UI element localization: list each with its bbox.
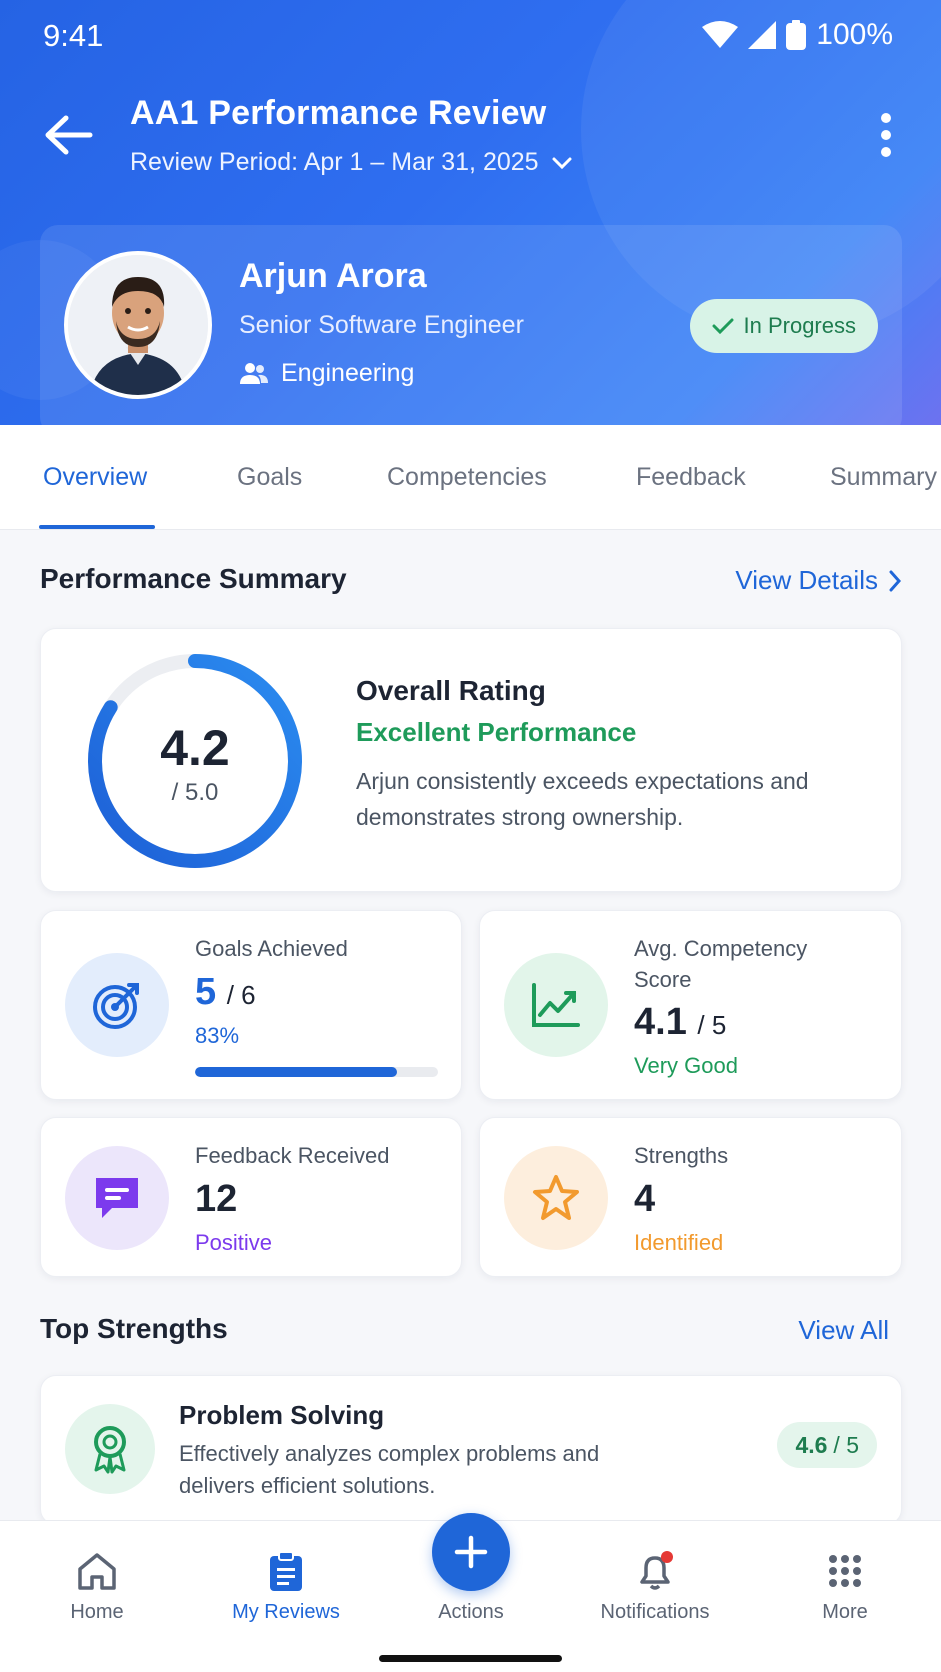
nav-more-label: More <box>822 1601 868 1623</box>
nav-home-label: Home <box>70 1601 124 1623</box>
award-icon <box>65 1404 155 1494</box>
overall-rating-card: 4.2 / 5.0 Overall Rating Excellent Perfo… <box>40 628 902 892</box>
strength-score-badge: 4.6 / 5 <box>777 1422 877 1468</box>
status-badge: In Progress <box>689 299 878 353</box>
strength-score-max: / 5 <box>833 1431 859 1458</box>
view-details-label: View Details <box>735 565 878 595</box>
nav-my-reviews[interactable]: My Reviews <box>216 1547 356 1624</box>
home-icon <box>78 1553 116 1590</box>
status-icons: 100% <box>702 18 893 52</box>
battery-icon <box>786 20 807 50</box>
goals-achieved-count: 5 <box>195 971 217 1013</box>
nav-notifications[interactable]: Notifications <box>585 1547 725 1624</box>
strength-item-problem-solving[interactable]: Problem Solving Effectively analyzes com… <box>40 1375 902 1525</box>
status-time: 9:41 <box>43 18 104 53</box>
tab-summary[interactable]: Summary <box>830 463 937 492</box>
plus-icon <box>454 1535 488 1569</box>
competency-score-number: 4.1 <box>634 1001 687 1043</box>
competency-score-value: 4.1 / 5 <box>634 1001 726 1044</box>
check-icon <box>712 318 733 335</box>
competency-score-label: Avg. Competency Score <box>634 936 808 992</box>
nav-my-reviews-label: My Reviews <box>232 1601 340 1623</box>
battery-percent: 100% <box>816 18 893 51</box>
goals-achieved-value: 5 / 6 <box>195 971 256 1014</box>
bell-icon <box>640 1551 673 1590</box>
notification-dot <box>661 1551 673 1563</box>
avatar <box>64 251 212 399</box>
review-period-label: Review Period: Apr 1 – Mar 31, 2025 <box>130 148 539 176</box>
tab-goals[interactable]: Goals <box>237 463 302 492</box>
page-title: AA1 Performance Review <box>130 94 547 132</box>
competency-score-max: / 5 <box>697 1010 727 1040</box>
view-details-link[interactable]: View Details <box>735 565 902 596</box>
goals-achieved-total: / 6 <box>226 980 256 1010</box>
chevron-right-icon <box>889 570 902 591</box>
feedback-received-note: Positive <box>195 1230 273 1255</box>
employee-name: Arjun Arora <box>239 257 427 295</box>
clipboard-icon <box>270 1551 302 1591</box>
target-icon <box>65 953 169 1057</box>
wifi-icon <box>702 21 739 48</box>
feedback-received-value: 12 <box>195 1178 238 1220</box>
competency-score-note: Very Good <box>634 1053 738 1078</box>
goals-achieved-card[interactable]: Goals Achieved 5 / 6 83% <box>40 910 462 1100</box>
signal-icon <box>748 21 777 49</box>
view-all-link[interactable]: View All <box>798 1315 889 1346</box>
active-tab-indicator <box>39 525 155 529</box>
employee-role: Senior Software Engineer <box>239 311 524 339</box>
employee-department: Engineering <box>239 359 414 388</box>
bottom-navigation: Home My Reviews Actions Notifications Mo… <box>0 1513 941 1672</box>
feedback-received-label: Feedback Received <box>195 1143 390 1168</box>
chevron-down-icon <box>552 157 572 169</box>
nav-more[interactable]: More <box>775 1547 915 1624</box>
status-badge-label: In Progress <box>743 313 857 338</box>
home-indicator <box>379 1655 562 1662</box>
tab-competencies[interactable]: Competencies <box>387 463 547 492</box>
strengths-value: 4 <box>634 1178 656 1220</box>
app-bar: AA1 Performance Review Review Period: Ap… <box>0 88 941 188</box>
tab-overview[interactable]: Overview <box>43 463 147 492</box>
person-avatar-icon <box>68 255 208 395</box>
overall-rating-label: Excellent Performance <box>356 717 637 747</box>
overall-rating-value: 4.2 <box>160 720 230 776</box>
strengths-card[interactable]: Strengths 4 Identified <box>479 1117 902 1277</box>
competency-score-card[interactable]: Avg. Competency Score 4.1 / 5 Very Good <box>479 910 902 1100</box>
department-label: Engineering <box>281 359 415 387</box>
strength-description: Effectively analyzes complex problems an… <box>179 1441 600 1498</box>
trending-up-icon <box>504 953 608 1057</box>
goals-progress-bar <box>195 1067 438 1077</box>
goals-achieved-percent: 83% <box>195 1023 240 1048</box>
nav-home[interactable]: Home <box>27 1547 167 1624</box>
grid-icon <box>829 1555 861 1587</box>
strengths-label: Strengths <box>634 1143 729 1168</box>
add-action-button[interactable] <box>432 1513 510 1591</box>
performance-summary-title: Performance Summary <box>40 563 347 594</box>
nav-notifications-label: Notifications <box>600 1601 710 1623</box>
tab-bar: Overview Goals Competencies Feedback Sum… <box>0 425 941 530</box>
strengths-note: Identified <box>634 1230 724 1255</box>
goals-progress-fill <box>195 1067 397 1077</box>
strength-title: Problem Solving <box>179 1400 385 1430</box>
people-icon <box>240 362 268 384</box>
tab-feedback[interactable]: Feedback <box>636 463 746 492</box>
more-options-icon[interactable] <box>871 110 901 160</box>
chat-icon <box>65 1146 169 1250</box>
top-strengths-title: Top Strengths <box>40 1313 228 1344</box>
feedback-received-card[interactable]: Feedback Received 12 Positive <box>40 1117 462 1277</box>
nav-actions-label: Actions <box>438 1601 504 1623</box>
overall-rating-description: Arjun consistently exceeds expectations … <box>356 768 809 830</box>
goals-achieved-label: Goals Achieved <box>195 936 348 961</box>
review-period-selector[interactable]: Review Period: Apr 1 – Mar 31, 2025 <box>130 148 573 177</box>
header-banner: 9:41 100% AA1 Performance Review Review … <box>0 0 941 425</box>
employee-profile-card: Arjun Arora Senior Software Engineer Eng… <box>40 225 902 425</box>
overall-rating-max: / 5.0 <box>171 779 219 806</box>
strength-score-value: 4.6 <box>795 1431 828 1458</box>
overall-rating-title: Overall Rating <box>356 675 546 706</box>
status-bar: 9:41 100% <box>0 0 941 70</box>
star-icon <box>504 1146 608 1250</box>
back-arrow-icon[interactable] <box>40 110 96 160</box>
